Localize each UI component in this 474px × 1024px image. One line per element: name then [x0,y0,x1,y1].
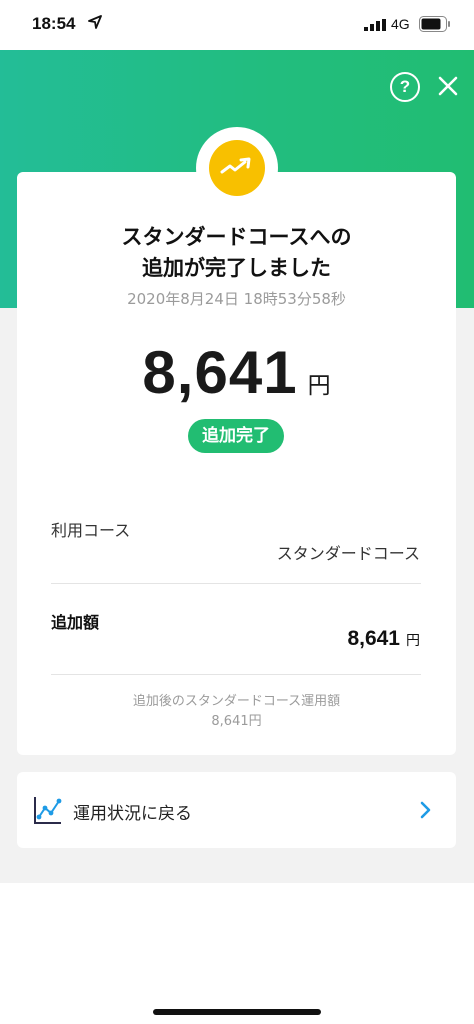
course-value: スタンダードコース [276,544,420,563]
course-label: 利用コース [51,521,131,540]
amount-unit: 円 [307,373,331,399]
network-type: 4G [391,16,410,32]
location-arrow-icon [88,15,102,29]
status-badge: 追加完了 [188,419,284,453]
post-add-balance-value: 8,641円 [211,714,262,729]
home-indicator[interactable] [153,1009,321,1015]
completion-datetime: 2020年8月24日 18時53分58秒 [127,290,346,308]
trend-up-icon [220,157,251,174]
amount-display: 8,641 円 [17,338,456,407]
status-time: 18:54 [32,14,76,33]
back-to-status-link[interactable]: 運用状況に戻る [17,772,456,848]
added-amount-unit: 円 [406,633,420,649]
chevron-right-icon [420,801,431,819]
trend-badge [209,140,265,196]
divider [51,674,421,675]
battery-icon [419,16,450,32]
cellular-signal-icon [364,19,386,31]
title-line-2: 追加が完了しました [142,256,331,280]
added-amount: 8,641 円 [347,626,420,651]
added-amount-label: 追加額 [51,613,100,632]
completion-title: スタンダードコースへの 追加が完了しました [17,222,456,284]
post-add-balance-label: 追加後のスタンダードコース運用額 [132,694,341,709]
title-line-1: スタンダードコースへの [121,225,352,249]
badge [196,127,278,209]
close-icon[interactable] [436,74,460,98]
back-to-status-label: 運用状況に戻る [73,804,192,824]
line-chart-icon [34,797,62,824]
amount-value: 8,641 [142,339,298,406]
added-amount-value: 8,641 [347,627,400,650]
divider [51,583,421,584]
status-bar: 18:54 4G [0,0,474,50]
help-button[interactable]: ? [390,72,420,102]
